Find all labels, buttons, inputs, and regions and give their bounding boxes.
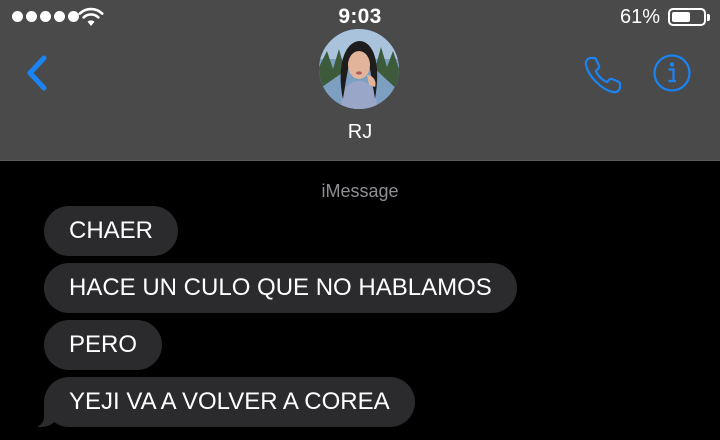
service-label: iMessage — [321, 181, 399, 201]
message-bubble[interactable]: PERO — [44, 320, 163, 370]
chevron-left-icon[interactable] — [22, 52, 54, 94]
info-icon[interactable] — [652, 53, 692, 93]
avatar-photo — [319, 29, 399, 109]
battery-icon — [668, 8, 710, 26]
message-bubble-last[interactable]: YEJI VA A VOLVER A COREA — [34, 377, 415, 427]
message-bubble[interactable]: HACE UN CULO QUE NO HABLAMOS — [44, 263, 517, 313]
phone-icon[interactable] — [582, 54, 624, 96]
contact-name[interactable]: RJ — [0, 121, 720, 144]
message-bubble[interactable]: CHAER — [44, 206, 179, 256]
battery-percentage: 61% — [619, 6, 660, 28]
navigation-header: 9:03 61% RJ — [0, 0, 720, 161]
contact-avatar[interactable] — [319, 29, 399, 109]
status-time: 9:03 — [338, 5, 382, 28]
